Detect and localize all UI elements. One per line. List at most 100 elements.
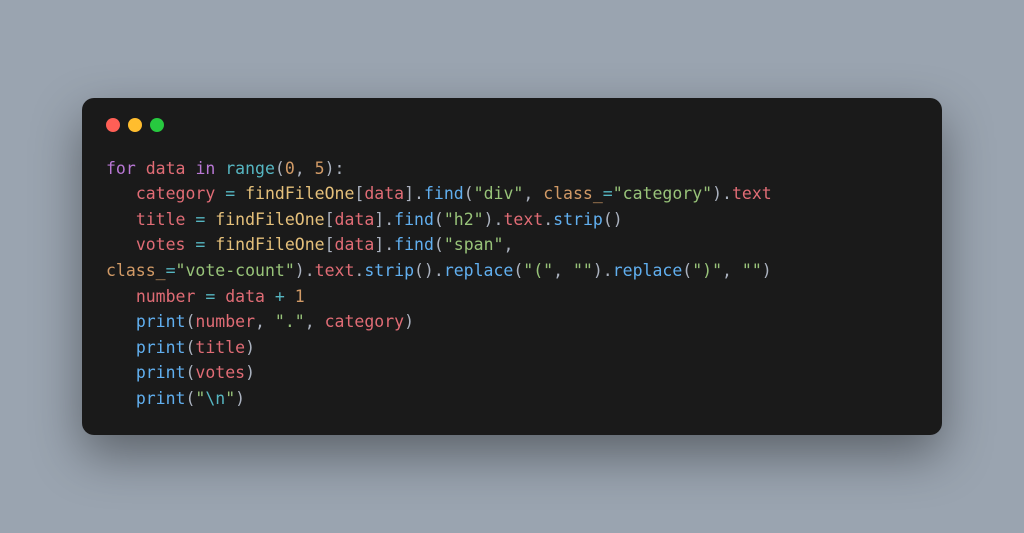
code-token: title xyxy=(195,338,245,357)
code-token: ) xyxy=(762,261,772,280)
code-token: ( xyxy=(185,363,195,382)
code-token: [ xyxy=(325,210,335,229)
code-token: "." xyxy=(275,312,305,331)
code-token: ( xyxy=(434,235,444,254)
code-token: ) xyxy=(245,363,255,382)
code-token: ( xyxy=(185,338,195,357)
code-token: findFileOne xyxy=(245,184,354,203)
code-token: " xyxy=(225,389,235,408)
code-token: (). xyxy=(414,261,444,280)
code-token xyxy=(235,184,245,203)
code-token: ( xyxy=(185,389,195,408)
code-window: for data in range(0, 5): category = find… xyxy=(82,98,942,436)
code-token xyxy=(106,338,136,357)
code-token: 1 xyxy=(295,287,305,306)
code-token: class_ xyxy=(543,184,603,203)
code-token: ( xyxy=(682,261,692,280)
code-token: data xyxy=(225,287,265,306)
code-token: "h2" xyxy=(444,210,484,229)
code-token: " xyxy=(195,389,205,408)
code-token: category xyxy=(136,184,215,203)
maximize-icon[interactable] xyxy=(150,118,164,132)
code-token: [ xyxy=(325,235,335,254)
code-token: ) xyxy=(245,338,255,357)
code-token: [ xyxy=(354,184,364,203)
code-token: votes xyxy=(136,235,186,254)
code-token xyxy=(106,287,136,306)
code-token xyxy=(205,210,215,229)
code-token xyxy=(285,287,295,306)
code-token: ): xyxy=(325,159,345,178)
code-token xyxy=(106,312,136,331)
code-token: , xyxy=(523,184,543,203)
code-token xyxy=(215,159,225,178)
code-token: = xyxy=(195,210,205,229)
close-icon[interactable] xyxy=(106,118,120,132)
code-token xyxy=(265,287,275,306)
code-block: for data in range(0, 5): category = find… xyxy=(106,156,918,412)
code-token: range xyxy=(225,159,275,178)
code-token: , xyxy=(255,312,275,331)
code-token: replace xyxy=(613,261,683,280)
code-token: ). xyxy=(712,184,732,203)
code-token: for xyxy=(106,159,136,178)
code-token xyxy=(185,210,195,229)
code-token: ( xyxy=(275,159,285,178)
code-token: data xyxy=(335,235,375,254)
code-token: ( xyxy=(464,184,474,203)
code-token xyxy=(136,159,146,178)
code-token: = xyxy=(603,184,613,203)
code-token: number xyxy=(195,312,255,331)
code-token: ) xyxy=(404,312,414,331)
code-token: ). xyxy=(593,261,613,280)
code-token: = xyxy=(166,261,176,280)
code-token: + xyxy=(275,287,285,306)
code-token: 5 xyxy=(315,159,325,178)
code-token: title xyxy=(136,210,186,229)
code-token: print xyxy=(136,312,186,331)
code-token xyxy=(106,363,136,382)
code-token: class_ xyxy=(106,261,166,280)
code-token xyxy=(215,287,225,306)
code-token: text xyxy=(503,210,543,229)
code-token: data xyxy=(146,159,186,178)
code-token: findFileOne xyxy=(215,235,324,254)
code-token: find xyxy=(424,184,464,203)
code-token: = xyxy=(195,235,205,254)
code-token: in xyxy=(195,159,215,178)
code-token: "" xyxy=(742,261,762,280)
code-token xyxy=(106,235,136,254)
minimize-icon[interactable] xyxy=(128,118,142,132)
code-token: ]. xyxy=(374,210,394,229)
code-token: votes xyxy=(195,363,245,382)
code-token: ]. xyxy=(404,184,424,203)
code-token xyxy=(186,159,196,178)
code-token: ( xyxy=(434,210,444,229)
code-token: , xyxy=(305,312,325,331)
code-token: print xyxy=(136,338,186,357)
code-token: "span" xyxy=(444,235,504,254)
code-token: text xyxy=(315,261,355,280)
code-token: = xyxy=(205,287,215,306)
code-token: 0 xyxy=(285,159,295,178)
code-token xyxy=(106,184,136,203)
code-token: ) xyxy=(235,389,245,408)
code-token xyxy=(106,210,136,229)
code-token xyxy=(195,287,205,306)
code-token: data xyxy=(335,210,375,229)
code-token: = xyxy=(225,184,235,203)
code-token: "vote-count" xyxy=(176,261,295,280)
code-token: "div" xyxy=(474,184,524,203)
code-token: ). xyxy=(295,261,315,280)
code-token: print xyxy=(136,389,186,408)
code-token: find xyxy=(394,235,434,254)
code-token: \n xyxy=(205,389,225,408)
code-token xyxy=(185,235,195,254)
code-token: () xyxy=(603,210,623,229)
code-token: strip xyxy=(553,210,603,229)
code-token: ( xyxy=(513,261,523,280)
code-token: , xyxy=(503,235,513,254)
code-token: replace xyxy=(444,261,514,280)
code-token: "" xyxy=(573,261,593,280)
code-token: ")" xyxy=(692,261,722,280)
